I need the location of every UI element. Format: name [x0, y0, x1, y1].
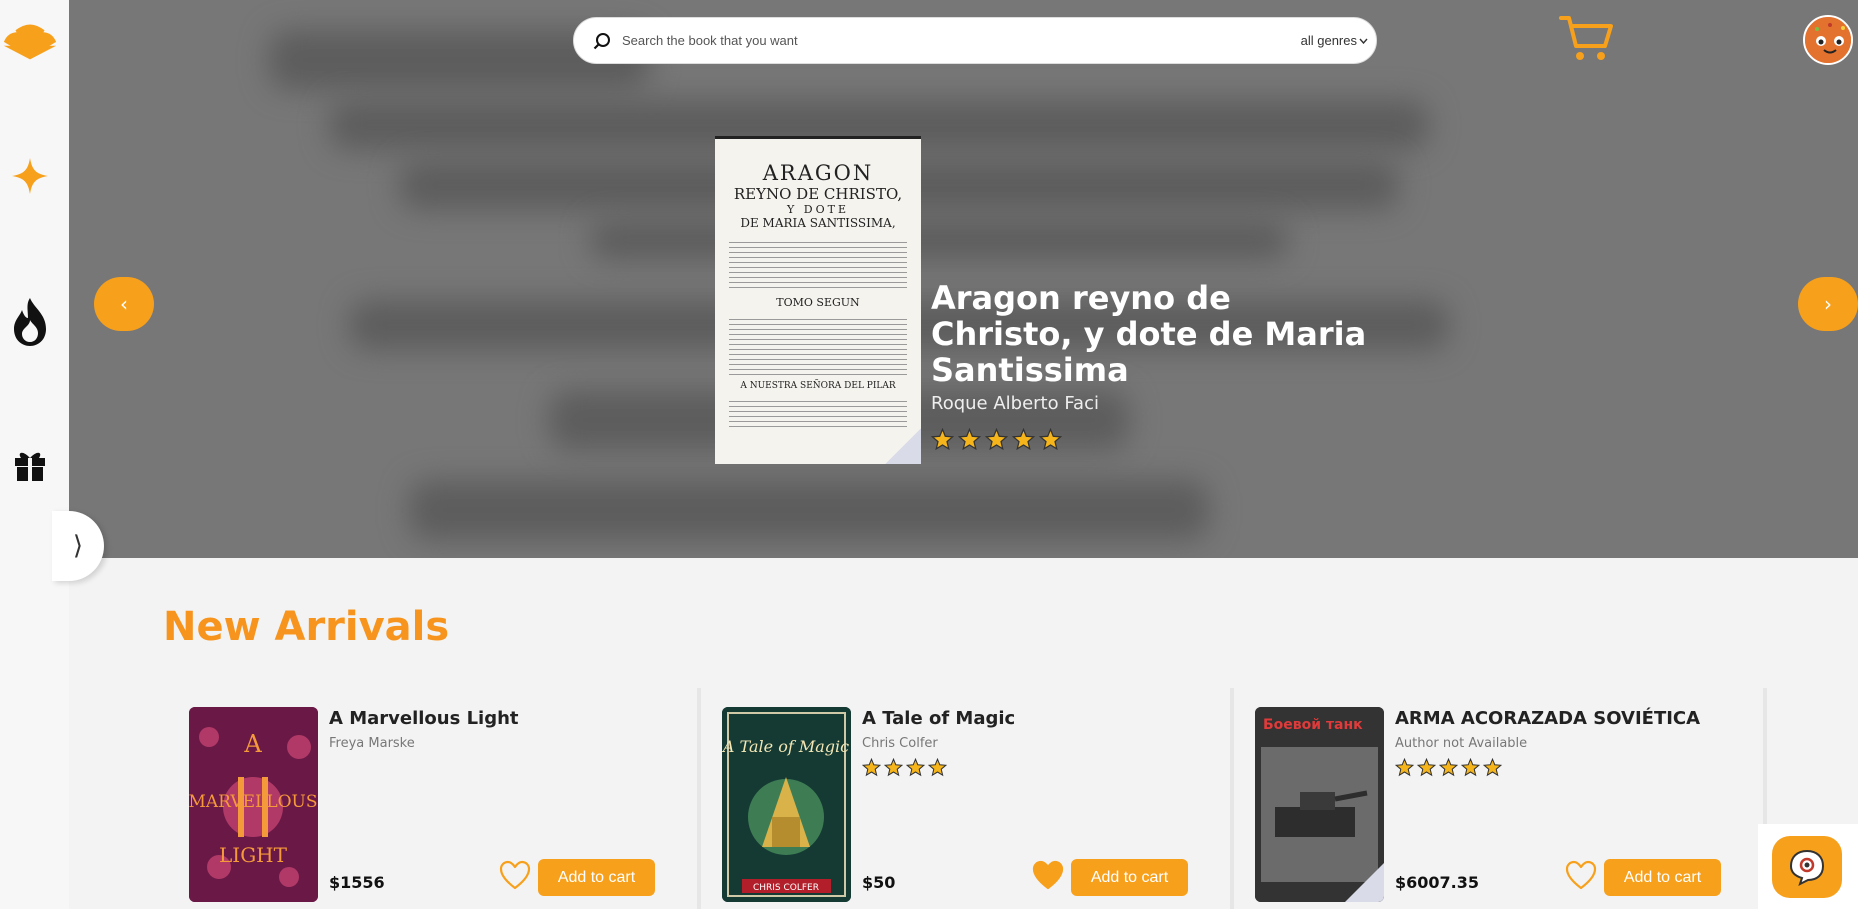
carousel-next-button[interactable]: ›: [1798, 277, 1858, 331]
sidebar: [0, 0, 69, 909]
search-bar: all genres: [573, 17, 1377, 64]
chevron-right-icon: ›: [1824, 292, 1832, 316]
fire-icon[interactable]: [0, 296, 60, 348]
cover-line: Y DOTE: [787, 203, 849, 216]
star-icon: [927, 757, 948, 781]
svg-text:Боевой танк: Боевой танк: [1263, 717, 1363, 733]
book-card[interactable]: A MARVELLOUS LIGHT A Marvellous Light Fr…: [181, 688, 701, 909]
chevron-right-icon: ⟩: [72, 531, 84, 561]
chat-button[interactable]: [1772, 836, 1842, 898]
star-icon: [957, 427, 982, 455]
carousel-prev-button[interactable]: ‹: [94, 277, 154, 331]
chat-bot-icon: [1789, 849, 1825, 886]
book-price: $6007.35: [1395, 873, 1480, 892]
hero-book-cover[interactable]: ARAGON REYNO DE CHRISTO, Y DOTE DE MARIA…: [715, 136, 921, 464]
star-icon: [1011, 427, 1036, 455]
heart-icon[interactable]: [499, 860, 531, 894]
heart-icon[interactable]: [1032, 860, 1064, 894]
book-title[interactable]: A Marvellous Light: [329, 708, 519, 729]
book-title[interactable]: ARMA ACORAZADA SOVIÉTICA: [1395, 708, 1700, 729]
star-icon: [905, 757, 926, 781]
logo-icon[interactable]: [0, 18, 60, 60]
hero-book-author: Roque Alberto Faci: [931, 393, 1099, 414]
star-icon: [883, 757, 904, 781]
book-card[interactable]: Боевой танк ARMA ACORAZADA SOVIÉTICA Aut…: [1247, 688, 1767, 909]
add-to-cart-button[interactable]: Add to cart: [538, 859, 655, 896]
star-icon: [1482, 757, 1503, 781]
book-author: Author not Available: [1395, 736, 1528, 751]
star-icon: [930, 427, 955, 455]
hero-carousel: all genres ‹ › ARAGON REYNO DE CHRISTO, …: [69, 0, 1858, 558]
svg-text:LIGHT: LIGHT: [219, 843, 288, 867]
genre-select-label: all genres: [1300, 33, 1357, 48]
star-icon: [1416, 757, 1437, 781]
svg-text:MARVELLOUS: MARVELLOUS: [189, 792, 318, 812]
star-icon: [1038, 427, 1063, 455]
book-price: $1556: [329, 873, 385, 892]
cover-line: ARAGON: [762, 161, 874, 185]
hero-book-title[interactable]: Aragon reyno de Christo, y dote de Maria…: [931, 280, 1371, 388]
star-icon: [861, 757, 882, 781]
chevron-down-icon: [1359, 38, 1368, 44]
svg-text:A Tale of Magic: A Tale of Magic: [722, 737, 849, 756]
genre-select[interactable]: all genres: [1301, 33, 1368, 48]
add-to-cart-button[interactable]: Add to cart: [1604, 859, 1721, 896]
search-input[interactable]: [622, 33, 1301, 48]
cart-icon[interactable]: [1559, 14, 1613, 66]
book-cover[interactable]: A Tale of Magic CHRIS COLFER: [722, 707, 851, 902]
svg-text:A: A: [243, 730, 262, 758]
book-card[interactable]: A Tale of Magic CHRIS COLFER A Tale of M…: [714, 688, 1234, 909]
cover-line: A NUESTRA SEÑORA DEL PILAR: [740, 381, 896, 391]
star-icon: [984, 427, 1009, 455]
avatar[interactable]: [1803, 15, 1853, 65]
book-cover[interactable]: A MARVELLOUS LIGHT: [189, 707, 318, 902]
book-cover[interactable]: Боевой танк: [1255, 707, 1384, 902]
section-title: New Arrivals: [163, 604, 450, 650]
star-icon: [1394, 757, 1415, 781]
svg-text:CHRIS COLFER: CHRIS COLFER: [753, 883, 819, 893]
add-to-cart-button[interactable]: Add to cart: [1071, 859, 1188, 896]
search-icon[interactable]: [582, 32, 622, 50]
book-author: Freya Marske: [329, 736, 415, 751]
star-icon: [1460, 757, 1481, 781]
book-price: $50: [862, 873, 896, 892]
book-rating: [1394, 757, 1503, 781]
book-author: Chris Colfer: [862, 736, 938, 751]
cover-line: REYNO DE CHRISTO,: [733, 185, 903, 203]
book-rating: [861, 757, 948, 781]
heart-icon[interactable]: [1565, 860, 1597, 894]
gift-icon[interactable]: [0, 448, 60, 482]
cover-line: DE MARIA SANTISSIMA,: [740, 216, 896, 230]
star-icon: [1438, 757, 1459, 781]
sparkle-icon[interactable]: [0, 156, 60, 196]
cover-line: TOMO SEGUN: [776, 296, 860, 309]
chevron-left-icon: ‹: [120, 292, 128, 316]
hero-rating: [930, 427, 1063, 455]
book-title[interactable]: A Tale of Magic: [862, 708, 1015, 729]
